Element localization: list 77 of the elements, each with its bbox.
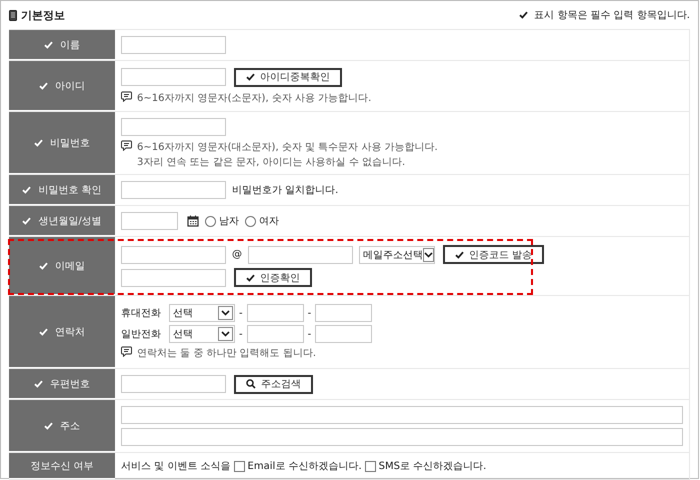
check-icon [34, 138, 43, 146]
phone-label: 휴대전화 [121, 307, 162, 320]
calendar-icon[interactable] [187, 215, 199, 227]
check-icon [39, 262, 48, 270]
input-field[interactable] [121, 36, 226, 54]
checkbox-label: Email로 수신하겠습니다. [248, 460, 362, 473]
check-icon [39, 328, 48, 336]
dash: - [239, 308, 243, 318]
speech-bubble-icon [121, 90, 132, 102]
field-label: 생년월일/성별 [9, 206, 115, 236]
radio-button[interactable] [205, 216, 216, 226]
input-field[interactable] [315, 304, 372, 322]
input-field[interactable] [315, 325, 372, 343]
input-field[interactable] [121, 406, 683, 424]
check-icon [519, 11, 528, 19]
speech-bubble-icon [121, 346, 132, 357]
check-icon [34, 380, 43, 388]
check-icon [246, 73, 255, 81]
input-field[interactable] [121, 246, 226, 264]
input-field[interactable] [246, 304, 304, 322]
action-button[interactable]: 인증확인 [234, 268, 312, 287]
check-icon [246, 274, 255, 282]
field-label: 이름 [9, 30, 115, 60]
hint-text: 연락처는 둘 중 하나만 입력해도 됩니다. [137, 347, 316, 360]
field-label: 우편번호 [9, 369, 115, 399]
at-sign: @ [232, 249, 242, 260]
chevron-down-icon [221, 331, 230, 337]
check-icon [22, 186, 32, 194]
check-icon [44, 422, 53, 430]
field-label: 비밀번호 확인 [9, 175, 115, 205]
document-icon [9, 10, 17, 20]
dropdown[interactable]: 메일주소선택 [359, 246, 435, 264]
field-label: 비밀번호 [9, 112, 115, 174]
hint-text: 3자리 연속 또는 같은 문자, 아이디는 사용하실 수 없습니다. [137, 156, 406, 168]
input-field[interactable] [121, 212, 178, 230]
consent-text: 서비스 및 이벤트 소식을 [121, 460, 231, 473]
required-note: 표시 항목은 필수 입력 항목입니다. [534, 9, 690, 22]
speech-bubble-icon [121, 140, 132, 150]
check-icon [44, 40, 53, 48]
hint-text: 6~16자까지 영문자(소문자), 숫자 사용 가능합니다. [137, 92, 372, 104]
check-icon [455, 250, 464, 258]
field-label: 정보수신 여부 [9, 453, 115, 479]
input-field[interactable] [121, 428, 683, 446]
checkbox[interactable] [364, 460, 376, 472]
check-icon [39, 82, 48, 90]
input-field[interactable] [121, 268, 226, 286]
phone-label: 일반전화 [121, 328, 162, 341]
dash: - [308, 328, 312, 340]
dash: - [239, 328, 243, 340]
input-field[interactable] [121, 118, 226, 136]
field-label: 이메일 [9, 237, 115, 295]
radio-button[interactable] [245, 216, 256, 226]
check-icon [22, 216, 32, 224]
dropdown[interactable]: 선택 [169, 325, 235, 343]
hint-text: 6~16자까지 영문자(대소문자), 숫자 및 특수문자 사용 가능합니다. [137, 140, 438, 154]
section-title: 기본정보 [21, 8, 65, 22]
input-field[interactable] [246, 325, 304, 343]
checkbox-label: SMS로 수신하겠습니다. [378, 460, 486, 473]
input-field[interactable] [121, 68, 226, 86]
input-field[interactable] [248, 246, 353, 264]
field-label: 아이디 [9, 61, 115, 111]
status-message: 비밀번호가 일치합니다. [232, 184, 338, 197]
radio-label: 여자 [259, 215, 279, 228]
dropdown[interactable]: 선택 [169, 304, 235, 322]
action-button[interactable]: 아이디중복확인 [234, 68, 342, 86]
chevron-down-icon [221, 310, 230, 316]
field-label: 주소 [9, 400, 115, 452]
checkbox[interactable] [234, 460, 245, 472]
action-button[interactable]: 인증코드 발송 [443, 245, 544, 264]
action-button[interactable]: 주소검색 [234, 374, 313, 394]
chevron-down-icon [424, 252, 433, 258]
field-label: 연락처 [9, 296, 115, 368]
radio-label: 남자 [219, 215, 239, 228]
input-field[interactable] [121, 181, 226, 199]
dash: - [308, 308, 312, 318]
input-field[interactable] [121, 375, 226, 393]
search-icon [246, 379, 256, 389]
